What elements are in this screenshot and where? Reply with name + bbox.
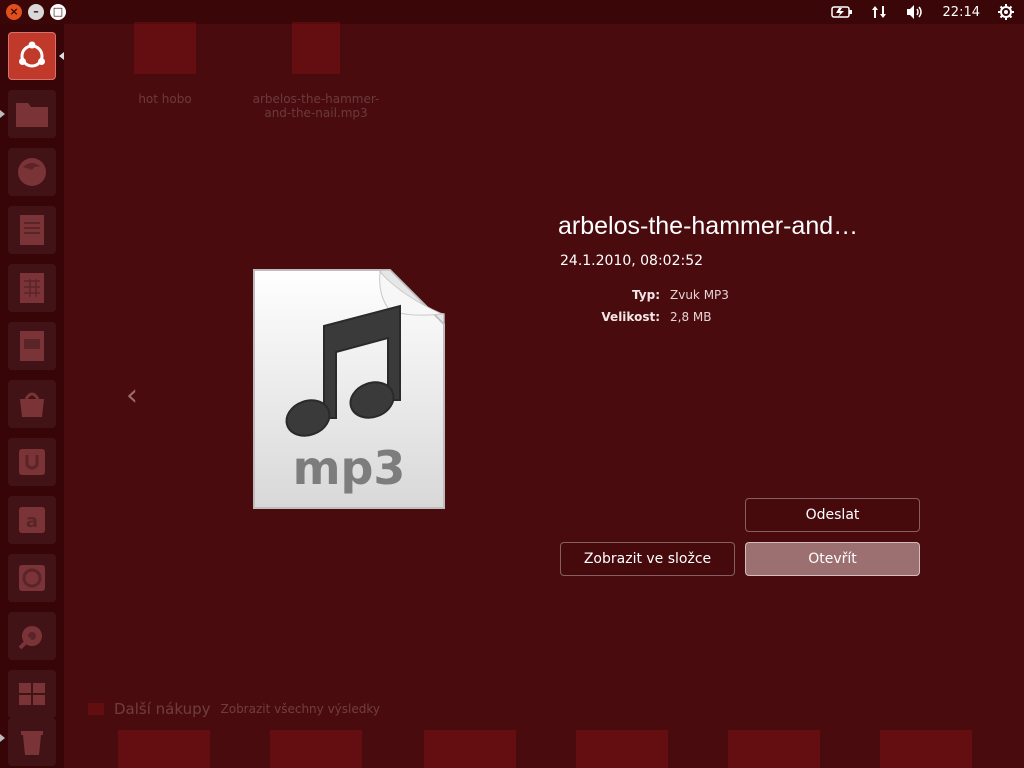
- result-thumbnail[interactable]: [134, 22, 196, 74]
- send-button[interactable]: Odeslat: [745, 498, 920, 532]
- info-key: Typ:: [632, 288, 660, 302]
- preview-date: 24.1.2010, 08:02:52: [560, 253, 704, 269]
- info-value: Zvuk MP3: [670, 288, 729, 302]
- category-icon: [88, 703, 104, 715]
- category-title: Další nákupy: [114, 700, 211, 718]
- result-thumbnail[interactable]: [880, 730, 972, 768]
- result-thumbnail[interactable]: [728, 730, 820, 768]
- result-thumbnail[interactable]: [292, 22, 340, 74]
- see-all-link[interactable]: Zobrazit všechny výsledky: [221, 702, 381, 716]
- previous-arrow-icon[interactable]: ‹: [120, 380, 144, 412]
- result-thumbnail[interactable]: [576, 730, 668, 768]
- info-row-type: Typ: Zvuk MP3: [560, 288, 860, 302]
- result-label[interactable]: hot hobo: [110, 92, 220, 106]
- result-thumbnail[interactable]: [424, 730, 516, 768]
- info-value: 2,8 MB: [670, 310, 712, 324]
- result-thumbnail[interactable]: [270, 730, 362, 768]
- info-key: Velikost:: [601, 310, 660, 324]
- open-button[interactable]: Otevřít: [745, 542, 920, 576]
- show-in-folder-button[interactable]: Zobrazit ve složce: [560, 542, 735, 576]
- dash-background: hot hobo arbelos-the-hammer-and-the-nail…: [0, 0, 1024, 768]
- result-thumbnail[interactable]: [118, 730, 210, 768]
- result-label[interactable]: arbelos-the-hammer-and-the-nail.mp3: [246, 92, 386, 120]
- mp3-file-icon: mp3: [252, 268, 446, 510]
- preview-title: arbelos-the-hammer-and…: [558, 212, 859, 240]
- file-type-label: mp3: [293, 441, 406, 495]
- info-row-size: Velikost: 2,8 MB: [560, 310, 860, 324]
- more-results-header: Další nákupy Zobrazit všechny výsledky: [88, 700, 380, 718]
